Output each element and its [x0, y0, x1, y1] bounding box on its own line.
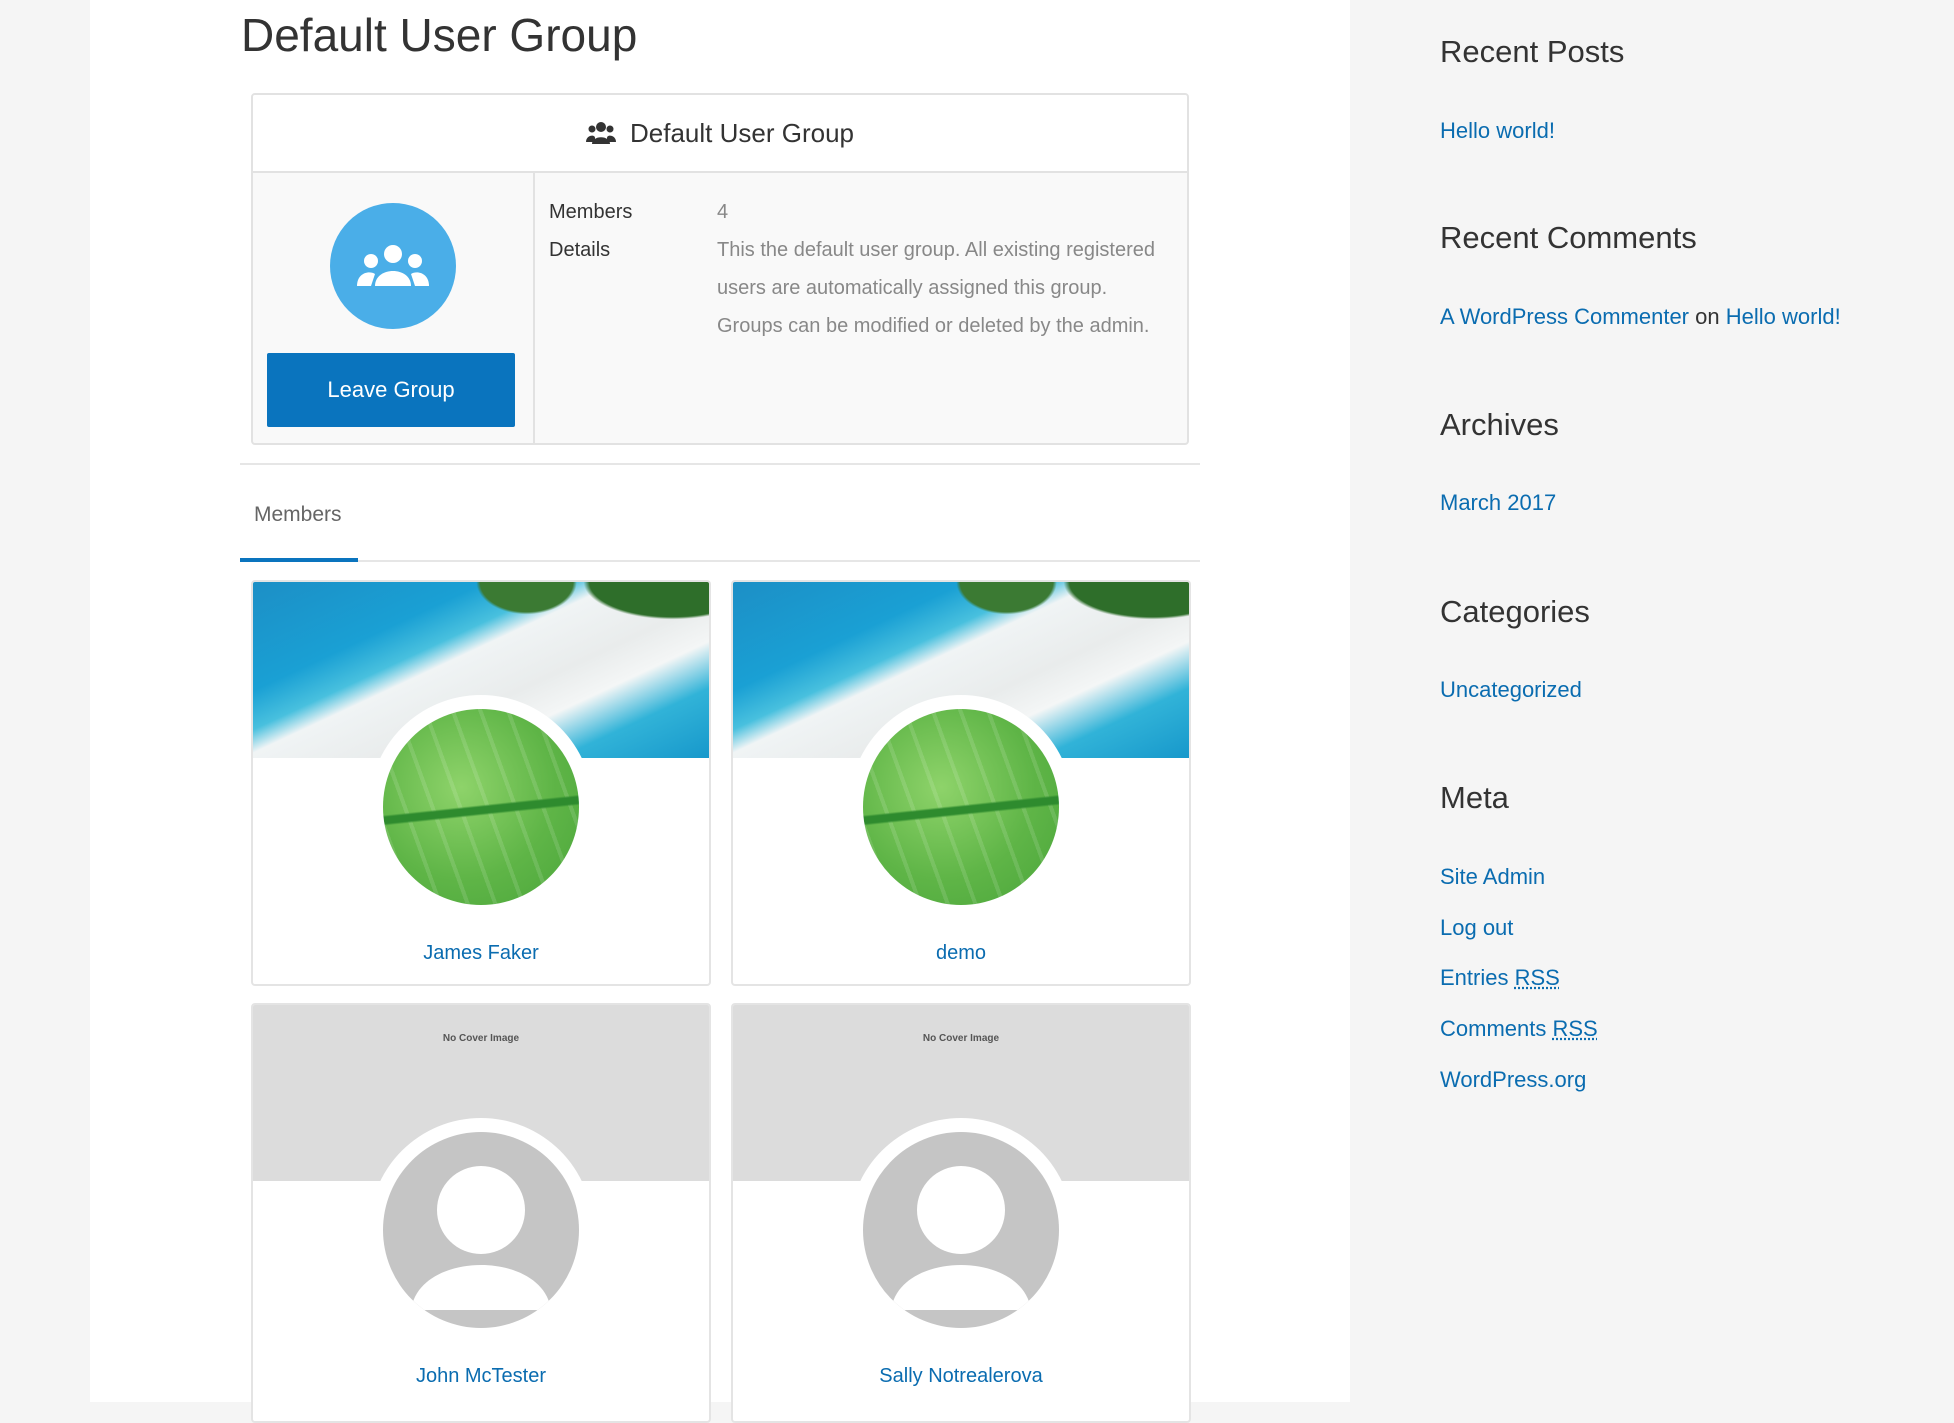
users-icon [586, 120, 616, 146]
wordpress-org-link[interactable]: WordPress.org [1440, 1067, 1586, 1093]
recent-comments-title: Recent Comments [1440, 220, 1697, 256]
comment-post-link[interactable]: Hello world! [1726, 304, 1841, 329]
recent-posts-title: Recent Posts [1440, 34, 1624, 70]
group-left-panel: Leave Group [253, 173, 535, 443]
group-header-title: Default User Group [630, 118, 854, 149]
categories-title: Categories [1440, 594, 1590, 630]
member-name-link[interactable]: demo [733, 942, 1189, 965]
meta-title: Meta [1440, 780, 1509, 816]
comments-rss-link[interactable]: Comments RSS [1440, 1016, 1598, 1042]
leave-group-button[interactable]: Leave Group [267, 353, 515, 427]
site-admin-link[interactable]: Site Admin [1440, 864, 1545, 890]
tab-members[interactable]: Members [240, 500, 360, 560]
entries-rss-link[interactable]: Entries RSS [1440, 965, 1560, 991]
entries-label: Entries [1440, 965, 1508, 990]
no-cover-text: No Cover Image [733, 1033, 1189, 1044]
members-row: Members 4 [549, 193, 1177, 231]
members-count: 4 [717, 193, 728, 231]
comment-author-link[interactable]: A WordPress Commenter [1440, 304, 1689, 329]
member-card[interactable]: No Cover Image John McTester [251, 1003, 711, 1423]
active-tab-indicator [240, 558, 358, 562]
group-card: Default User Group Leave Group Members 4 [251, 93, 1189, 445]
page-title: Default User Group [241, 8, 637, 62]
log-out-link[interactable]: Log out [1440, 915, 1513, 941]
avatar[interactable] [383, 1132, 579, 1328]
member-name-link[interactable]: John McTester [253, 1365, 709, 1388]
no-cover-text: No Cover Image [253, 1033, 709, 1044]
group-avatar [330, 203, 456, 329]
archives-title: Archives [1440, 407, 1559, 443]
recent-post-link[interactable]: Hello world! [1440, 118, 1555, 144]
avatar[interactable] [863, 709, 1059, 905]
group-icon [353, 242, 433, 290]
comment-joiner: on [1695, 304, 1719, 329]
avatar[interactable] [383, 709, 579, 905]
details-row: Details This the default user group. All… [549, 231, 1177, 345]
tabs-divider [240, 560, 1200, 562]
members-label: Members [549, 193, 717, 231]
divider [240, 463, 1200, 465]
tab-members-label: Members [254, 503, 342, 527]
avatar[interactable] [863, 1132, 1059, 1328]
member-name-link[interactable]: Sally Notrealerova [733, 1365, 1189, 1388]
main-content: Default User Group Default User Group Le… [90, 0, 1350, 1402]
archive-link[interactable]: March 2017 [1440, 490, 1556, 516]
group-header: Default User Group [253, 95, 1187, 173]
recent-comment-item: A WordPress Commenter on Hello world! [1440, 304, 1841, 330]
member-card[interactable]: demo [731, 580, 1191, 986]
details-text: This the default user group. All existin… [717, 231, 1177, 345]
rss-abbr: RSS [1515, 965, 1560, 990]
category-link[interactable]: Uncategorized [1440, 677, 1582, 703]
rss-abbr: RSS [1552, 1016, 1597, 1041]
default-user-icon [383, 1132, 579, 1328]
member-card[interactable]: James Faker [251, 580, 711, 986]
comments-label: Comments [1440, 1016, 1546, 1041]
member-name-link[interactable]: James Faker [253, 942, 709, 965]
member-card[interactable]: No Cover Image Sally Notrealerova [731, 1003, 1191, 1423]
group-info: Members 4 Details This the default user … [549, 193, 1177, 345]
details-label: Details [549, 231, 717, 345]
default-user-icon [863, 1132, 1059, 1328]
